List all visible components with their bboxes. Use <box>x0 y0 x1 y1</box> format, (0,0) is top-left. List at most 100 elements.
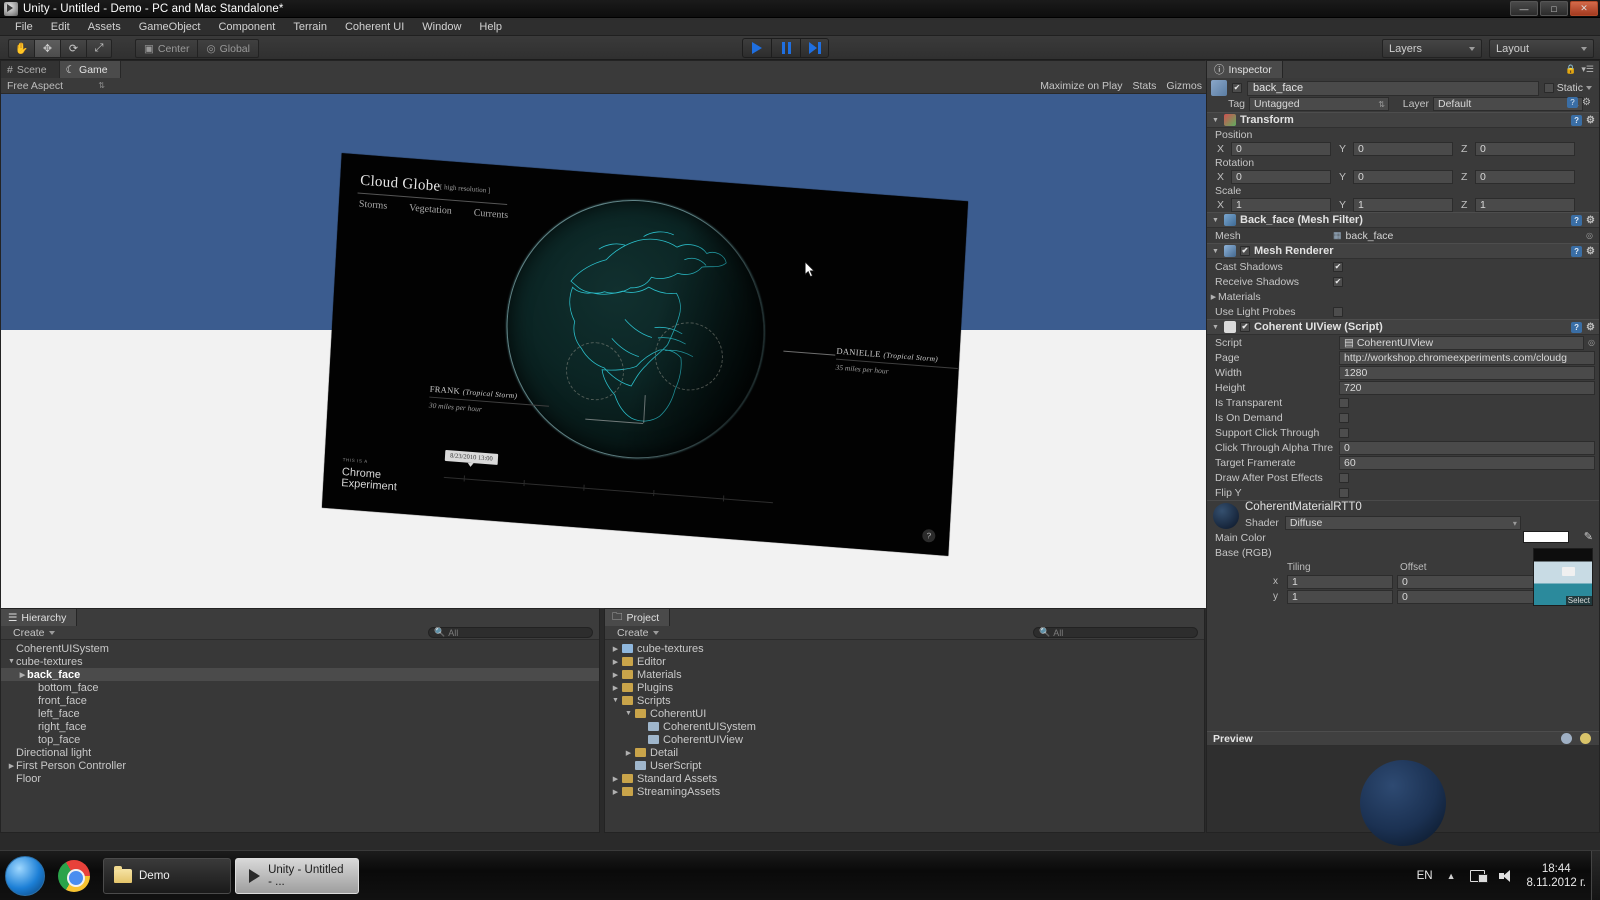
uiview-field-click-through-alpha-thre[interactable]: 0 <box>1339 440 1595 455</box>
close-button[interactable]: ✕ <box>1570 1 1598 16</box>
object-picker-icon[interactable]: ◎ <box>1586 231 1599 240</box>
layer-dropdown[interactable]: Default ⇅ <box>1433 97 1583 111</box>
expand-arrow-icon[interactable]: ▶ <box>7 762 16 770</box>
hierarchy-item-directional-light[interactable]: Directional light <box>1 746 599 759</box>
use-light-probes-checkbox[interactable] <box>1333 306 1343 317</box>
preview-body[interactable] <box>1207 746 1599 846</box>
gear-icon[interactable]: ⚙ <box>1582 97 1591 108</box>
menu-gameobject[interactable]: GameObject <box>130 18 210 36</box>
uiview-field-height[interactable]: 720 <box>1339 380 1595 395</box>
scale-z-field[interactable]: 1 <box>1475 197 1575 212</box>
menu-edit[interactable]: Edit <box>42 18 79 36</box>
static-checkbox[interactable] <box>1543 83 1554 93</box>
position-x-field[interactable]: 0 <box>1231 141 1331 156</box>
hierarchy-item-floor[interactable]: Floor <box>1 772 599 785</box>
expand-arrow-icon[interactable]: ▼ <box>611 697 620 704</box>
main-color-swatch[interactable] <box>1523 531 1569 543</box>
volume-icon[interactable] <box>1498 869 1513 883</box>
menu-file[interactable]: File <box>6 18 42 36</box>
uiview-checkbox-draw-after-post-effects[interactable] <box>1339 472 1349 483</box>
project-item-editor[interactable]: ▶ Editor <box>605 655 1204 668</box>
rotate-tool-icon[interactable]: ⟳ <box>60 39 86 58</box>
project-item-cube-textures[interactable]: ▶ cube-textures <box>605 642 1204 655</box>
tab-hierarchy[interactable]: ☰ Hierarchy <box>1 609 78 626</box>
hierarchy-item-left-face[interactable]: left_face <box>1 707 599 720</box>
expand-arrow-icon[interactable]: ▶ <box>611 645 620 653</box>
expand-arrow-icon[interactable]: ▶ <box>611 775 620 783</box>
project-item-scripts[interactable]: ▼ Scripts <box>605 694 1204 707</box>
gear-icon[interactable]: ⚙ <box>1586 115 1595 126</box>
tab-game[interactable]: ☾ Game <box>59 61 121 78</box>
project-item-streamingassets[interactable]: ▶ StreamingAssets <box>605 785 1204 798</box>
project-item-detail[interactable]: ▶ Detail <box>605 746 1204 759</box>
uiview-enabled-checkbox[interactable]: ✔ <box>1240 322 1250 332</box>
eyedropper-icon[interactable]: ✎ <box>1584 530 1593 543</box>
uiview-field-target-framerate[interactable]: 60 <box>1339 455 1595 470</box>
menu-window[interactable]: Window <box>413 18 470 36</box>
hierarchy-item-cube-textures[interactable]: ▼ cube-textures <box>1 655 599 668</box>
expand-arrow-icon[interactable]: ▶ <box>624 749 633 757</box>
gear-icon[interactable]: ⚙ <box>1586 215 1595 226</box>
expand-arrow-icon[interactable]: ▶ <box>1209 293 1218 301</box>
hierarchy-item-right-face[interactable]: right_face <box>1 720 599 733</box>
pause-button[interactable] <box>771 38 800 58</box>
step-button[interactable] <box>800 38 829 58</box>
layers-dropdown[interactable]: Layers <box>1382 39 1482 58</box>
menu-icon[interactable]: ▾☰ <box>1581 64 1594 75</box>
hierarchy-search-input[interactable]: 🔍 All <box>428 627 593 638</box>
cast-shadows-checkbox[interactable]: ✔ <box>1333 261 1343 272</box>
gear-icon[interactable]: ⚙ <box>1586 322 1595 333</box>
base-texture-slot[interactable]: Select <box>1533 548 1593 606</box>
show-hidden-icons-icon[interactable]: ▲ <box>1447 871 1456 881</box>
project-create-button[interactable]: Create <box>605 627 659 639</box>
expand-arrow-icon[interactable]: ▶ <box>611 671 620 679</box>
tab-inspector[interactable]: ⓘ Inspector <box>1207 61 1283 78</box>
game-view-canvas[interactable]: Cloud Globe [ high resolution ] Storms V… <box>1 94 1206 608</box>
help-icon[interactable]: ? <box>1571 321 1583 333</box>
gear-icon[interactable]: ⚙ <box>1586 246 1595 257</box>
uiview-field-script[interactable]: ▤ CoherentUIView <box>1339 335 1585 350</box>
clock[interactable]: 18:44 8.11.2012 г. <box>1527 862 1587 890</box>
project-item-coherentuiview[interactable]: CoherentUIView <box>605 733 1204 746</box>
offset-y-field[interactable]: 0 <box>1397 589 1537 604</box>
scale-x-field[interactable]: 1 <box>1231 197 1331 212</box>
network-icon[interactable] <box>1469 870 1488 883</box>
nav-vegetation[interactable]: Vegetation <box>409 203 452 217</box>
mesh-filter-component-header[interactable]: ▼ Back_face (Mesh Filter) ? ⚙ <box>1207 212 1599 228</box>
materials-row[interactable]: ▶ Materials <box>1207 289 1599 304</box>
uiview-field-width[interactable]: 1280 <box>1339 365 1595 380</box>
minimize-button[interactable]: — <box>1510 1 1538 16</box>
menu-terrain[interactable]: Terrain <box>284 18 336 36</box>
uiview-checkbox-support-click-through[interactable] <box>1339 427 1349 438</box>
stats-toggle[interactable]: Stats <box>1132 80 1156 92</box>
static-toggle[interactable]: Static <box>1543 82 1595 94</box>
project-item-standard-assets[interactable]: ▶ Standard Assets <box>605 772 1204 785</box>
menu-help[interactable]: Help <box>470 18 511 36</box>
layout-dropdown[interactable]: Layout <box>1489 39 1594 58</box>
rotation-x-field[interactable]: 0 <box>1231 169 1331 184</box>
tag-dropdown[interactable]: Untagged ⇅ <box>1249 97 1389 111</box>
handle-mode-button[interactable]: ◎ Global <box>197 39 259 58</box>
pivot-mode-button[interactable]: ▣ Center <box>135 39 198 58</box>
aspect-dropdown[interactable]: Free Aspect ⇅ <box>1 80 111 92</box>
mesh-renderer-component-header[interactable]: ▼ ✔ Mesh Renderer ? ⚙ <box>1207 243 1599 259</box>
tab-scene[interactable]: # Scene <box>1 61 60 78</box>
object-picker-icon[interactable]: ◎ <box>1588 338 1599 347</box>
start-button[interactable] <box>5 856 45 896</box>
help-icon[interactable]: ? <box>1571 214 1583 226</box>
offset-x-field[interactable]: 0 <box>1397 574 1537 589</box>
maximize-on-play-toggle[interactable]: Maximize on Play <box>1040 80 1122 92</box>
project-item-userscript[interactable]: UserScript <box>605 759 1204 772</box>
preview-lighting-icon[interactable] <box>1580 733 1591 744</box>
project-search-input[interactable]: 🔍 All <box>1033 627 1198 638</box>
preview-sphere-icon[interactable] <box>1561 733 1572 744</box>
show-desktop-button[interactable] <box>1591 851 1600 900</box>
project-item-materials[interactable]: ▶ Materials <box>605 668 1204 681</box>
help-icon[interactable]: ? <box>1571 245 1583 257</box>
uiview-field-page[interactable]: http://workshop.chromeexperiments.com/cl… <box>1339 350 1595 365</box>
expand-arrow-icon[interactable]: ▼ <box>624 710 633 717</box>
hierarchy-item-front-face[interactable]: front_face <box>1 694 599 707</box>
object-enabled-checkbox[interactable]: ✔ <box>1232 83 1242 93</box>
play-button[interactable] <box>742 38 771 58</box>
rotation-z-field[interactable]: 0 <box>1475 169 1575 184</box>
